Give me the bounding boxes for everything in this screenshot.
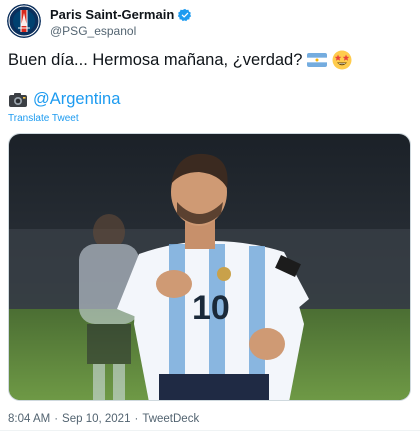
tweet-time[interactable]: 8:04 AM — [8, 413, 50, 425]
tweet-card: Paris Saint-Germain @PSG_espanol Buen dí… — [0, 0, 420, 431]
camera-flash-icon — [8, 91, 28, 109]
jersey-number: 10 — [192, 289, 230, 327]
verified-badge-icon — [178, 8, 192, 21]
psg-crest-icon — [7, 4, 41, 38]
mention-link[interactable]: @Argentina — [33, 90, 120, 109]
tweet-text-content: Buen día... Hermosa mañana, ¿verdad? — [8, 50, 303, 69]
translate-tweet-link[interactable]: Translate Tweet — [8, 113, 79, 124]
mention-row: @Argentina — [8, 90, 120, 109]
meta-separator-2: · — [134, 413, 139, 425]
meta-separator: · — [54, 413, 59, 425]
tweet-date[interactable]: Sep 10, 2021 — [62, 413, 130, 425]
display-name[interactable]: Paris Saint-Germain — [50, 7, 174, 22]
tweet-source[interactable]: TweetDeck — [142, 413, 199, 425]
star-struck-face-icon — [332, 50, 352, 70]
tweet-meta: 8:04 AM · Sep 10, 2021 · TweetDeck — [8, 413, 199, 425]
argentina-flag-icon — [307, 53, 328, 67]
author-handle[interactable]: @PSG_espanol — [50, 24, 136, 38]
avatar[interactable] — [7, 4, 41, 38]
tweet-photo[interactable]: 10 — [8, 133, 411, 401]
photo-player-celebrating: 10 — [9, 134, 410, 400]
tweet-text: Buen día... Hermosa mañana, ¿verdad? — [8, 50, 352, 70]
author-name-row: Paris Saint-Germain — [50, 7, 192, 22]
